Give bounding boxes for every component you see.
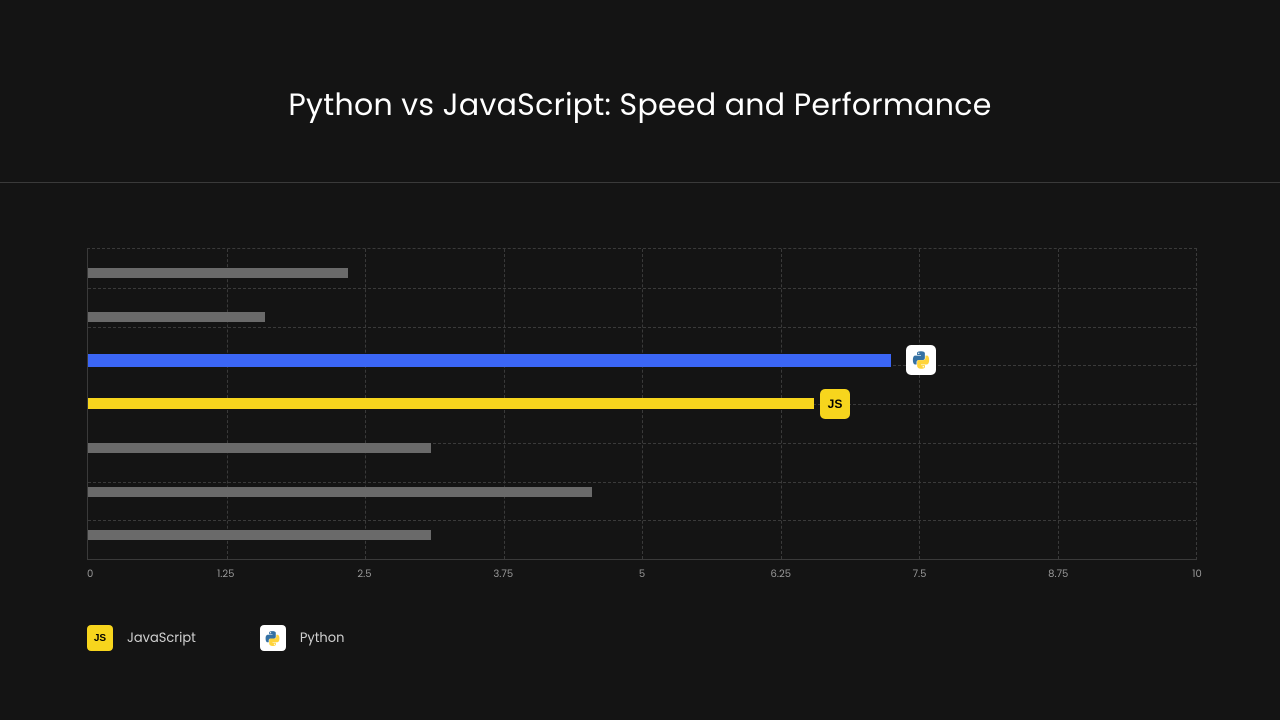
x-tick: 8.75	[1048, 566, 1068, 582]
bar-row-6	[88, 530, 431, 540]
legend-item-python: Python	[260, 625, 345, 651]
gridline-h	[88, 482, 1196, 483]
legend-item-javascript: JS JavaScript	[87, 625, 196, 651]
x-tick: 0	[87, 566, 93, 582]
gridline-h	[88, 520, 1196, 521]
legend: JS JavaScript Python	[87, 625, 344, 651]
bar-python	[88, 354, 891, 367]
chart-area: JS 0 1.25 2.5 3.75 5 6.25 7.5 8.75 10	[87, 248, 1197, 560]
javascript-icon: JS	[87, 625, 113, 651]
x-tick: 6.25	[771, 566, 791, 582]
legend-label: Python	[300, 628, 345, 648]
gridline-h	[88, 327, 1196, 328]
bar-row-1	[88, 312, 265, 322]
x-tick: 10	[1192, 566, 1201, 582]
x-tick: 1.25	[217, 566, 234, 582]
javascript-icon: JS	[820, 389, 850, 419]
header-divider	[0, 182, 1280, 183]
x-tick: 7.5	[913, 566, 927, 582]
x-tick: 5	[639, 566, 645, 582]
gridline-h	[88, 288, 1196, 289]
legend-label: JavaScript	[127, 628, 196, 648]
bar-row-0	[88, 268, 348, 278]
bar-javascript	[88, 398, 814, 409]
x-tick: 2.5	[357, 566, 371, 582]
bar-row-5	[88, 487, 592, 497]
python-icon	[260, 625, 286, 651]
chart-title: Python vs JavaScript: Speed and Performa…	[0, 0, 1280, 128]
bar-row-4	[88, 443, 431, 453]
x-tick: 3.75	[493, 566, 513, 582]
plot-region: JS	[87, 248, 1197, 560]
python-icon	[906, 345, 936, 375]
